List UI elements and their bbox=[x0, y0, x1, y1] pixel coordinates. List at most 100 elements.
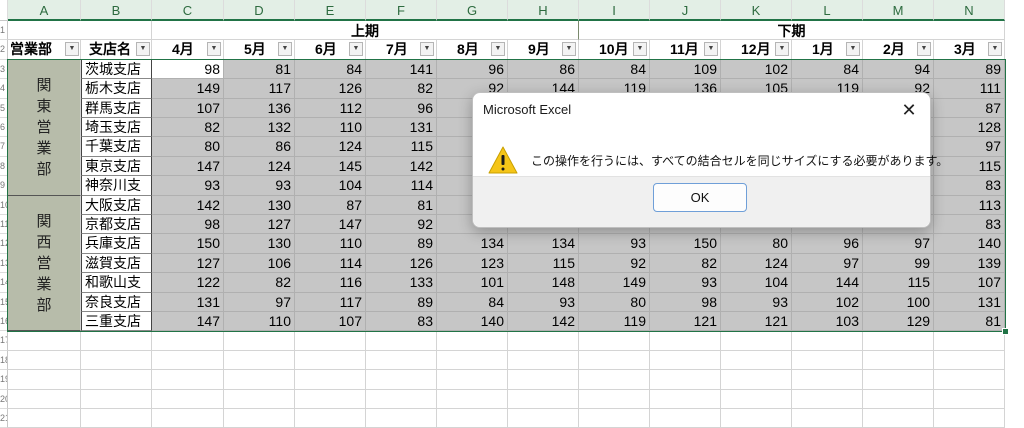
data-cell[interactable]: 117 bbox=[295, 293, 366, 312]
data-cell[interactable]: 131 bbox=[366, 118, 437, 137]
empty-cell[interactable] bbox=[721, 351, 792, 370]
empty-cell[interactable] bbox=[721, 331, 792, 351]
data-cell[interactable]: 103 bbox=[792, 312, 863, 331]
column-header-l[interactable]: L bbox=[792, 0, 863, 21]
data-cell[interactable]: 97 bbox=[863, 234, 934, 254]
row-header[interactable]: 13 bbox=[0, 254, 8, 273]
empty-cell[interactable] bbox=[579, 351, 650, 370]
empty-cell[interactable] bbox=[366, 390, 437, 409]
data-cell[interactable]: 144 bbox=[792, 273, 863, 293]
close-icon[interactable]: ✕ bbox=[898, 99, 920, 121]
data-cell[interactable]: 110 bbox=[295, 118, 366, 137]
data-cell[interactable]: 99 bbox=[863, 254, 934, 273]
filter-dropdown-icon[interactable]: ▼ bbox=[207, 42, 221, 56]
data-cell[interactable]: 93 bbox=[152, 176, 224, 196]
empty-cell[interactable] bbox=[934, 331, 1005, 351]
data-cell[interactable]: 82 bbox=[650, 254, 721, 273]
data-cell[interactable]: 147 bbox=[152, 312, 224, 331]
data-cell[interactable]: 98 bbox=[650, 293, 721, 312]
data-cell[interactable]: 131 bbox=[934, 293, 1005, 312]
data-cell[interactable]: 82 bbox=[152, 118, 224, 137]
data-cell[interactable]: 121 bbox=[650, 312, 721, 331]
data-cell[interactable]: 81 bbox=[934, 312, 1005, 331]
data-cell[interactable]: 147 bbox=[152, 157, 224, 176]
empty-cell[interactable] bbox=[152, 370, 224, 390]
branch-name-cell[interactable]: 東京支店 bbox=[81, 157, 152, 176]
month-header-5[interactable]: 8月 ▼ bbox=[437, 40, 508, 60]
data-cell[interactable]: 81 bbox=[366, 196, 437, 215]
data-cell[interactable]: 98 bbox=[152, 60, 224, 79]
row-header[interactable]: 3 bbox=[0, 60, 8, 79]
empty-cell[interactable] bbox=[152, 331, 224, 351]
column-header-m[interactable]: M bbox=[863, 0, 934, 21]
column-header-d[interactable]: D bbox=[224, 0, 295, 21]
branch-name-cell[interactable]: 千葉支店 bbox=[81, 137, 152, 157]
empty-cell[interactable] bbox=[366, 409, 437, 428]
data-cell[interactable]: 132 bbox=[224, 118, 295, 137]
month-header-2[interactable]: 5月 ▼ bbox=[224, 40, 295, 60]
month-header-1[interactable]: 4月 ▼ bbox=[152, 40, 224, 60]
branch-name-cell[interactable]: 埼玉支店 bbox=[81, 118, 152, 137]
empty-cell[interactable] bbox=[863, 370, 934, 390]
empty-cell[interactable] bbox=[792, 351, 863, 370]
row-header[interactable]: 12 bbox=[0, 234, 8, 254]
empty-cell[interactable] bbox=[8, 409, 81, 428]
column-header-k[interactable]: K bbox=[721, 0, 792, 21]
first-half-header[interactable]: 上期 bbox=[152, 21, 579, 40]
empty-cell[interactable] bbox=[224, 351, 295, 370]
filter-dropdown-icon[interactable]: ▼ bbox=[704, 42, 718, 56]
ok-button[interactable]: OK bbox=[653, 183, 747, 212]
data-cell[interactable]: 110 bbox=[295, 234, 366, 254]
filter-dropdown-icon[interactable]: ▼ bbox=[420, 42, 434, 56]
data-cell[interactable]: 117 bbox=[224, 79, 295, 99]
branch-name-cell[interactable]: 奈良支店 bbox=[81, 293, 152, 312]
data-cell[interactable]: 134 bbox=[437, 234, 508, 254]
empty-cell[interactable] bbox=[508, 390, 579, 409]
data-cell[interactable]: 97 bbox=[224, 293, 295, 312]
data-cell[interactable]: 109 bbox=[650, 60, 721, 79]
data-cell[interactable]: 82 bbox=[224, 273, 295, 293]
data-cell[interactable]: 93 bbox=[224, 176, 295, 196]
data-cell[interactable]: 102 bbox=[721, 60, 792, 79]
empty-cell[interactable] bbox=[8, 331, 81, 351]
data-cell[interactable]: 140 bbox=[437, 312, 508, 331]
empty-cell[interactable] bbox=[295, 351, 366, 370]
data-cell[interactable]: 81 bbox=[224, 60, 295, 79]
empty-cell[interactable] bbox=[650, 351, 721, 370]
empty-cell[interactable] bbox=[437, 351, 508, 370]
data-cell[interactable]: 104 bbox=[295, 176, 366, 196]
row-header[interactable]: 5 bbox=[0, 99, 8, 118]
empty-cell[interactable] bbox=[579, 331, 650, 351]
branch-name-cell[interactable]: 三重支店 bbox=[81, 312, 152, 331]
empty-cell[interactable] bbox=[224, 331, 295, 351]
data-cell[interactable]: 100 bbox=[863, 293, 934, 312]
empty-cell[interactable] bbox=[366, 351, 437, 370]
row-header[interactable]: 21 bbox=[0, 409, 8, 428]
data-cell[interactable]: 126 bbox=[295, 79, 366, 99]
row-header[interactable]: 4 bbox=[0, 79, 8, 99]
branch-name-cell[interactable]: 和歌山支 bbox=[81, 273, 152, 293]
data-cell[interactable]: 96 bbox=[437, 60, 508, 79]
data-cell[interactable]: 98 bbox=[152, 215, 224, 234]
data-cell[interactable]: 130 bbox=[224, 234, 295, 254]
data-cell[interactable]: 94 bbox=[863, 60, 934, 79]
data-cell[interactable]: 106 bbox=[224, 254, 295, 273]
branch-name-cell[interactable]: 京都支店 bbox=[81, 215, 152, 234]
empty-cell[interactable] bbox=[81, 351, 152, 370]
data-cell[interactable]: 124 bbox=[721, 254, 792, 273]
data-cell[interactable]: 111 bbox=[934, 79, 1005, 99]
month-header-6[interactable]: 9月 ▼ bbox=[508, 40, 579, 60]
data-cell[interactable]: 148 bbox=[508, 273, 579, 293]
data-cell[interactable]: 130 bbox=[224, 196, 295, 215]
department-cell-1[interactable]: 関東営業部 bbox=[8, 60, 81, 196]
branch-name-cell[interactable]: 神奈川支 bbox=[81, 176, 152, 196]
empty-cell[interactable] bbox=[721, 409, 792, 428]
data-cell[interactable]: 83 bbox=[934, 176, 1005, 196]
row-header[interactable]: 8 bbox=[0, 157, 8, 176]
blank-cell[interactable] bbox=[8, 21, 152, 40]
data-cell[interactable]: 119 bbox=[579, 312, 650, 331]
empty-cell[interactable] bbox=[224, 370, 295, 390]
data-cell[interactable]: 86 bbox=[508, 60, 579, 79]
filter-dropdown-icon[interactable]: ▼ bbox=[917, 42, 931, 56]
data-cell[interactable]: 131 bbox=[152, 293, 224, 312]
